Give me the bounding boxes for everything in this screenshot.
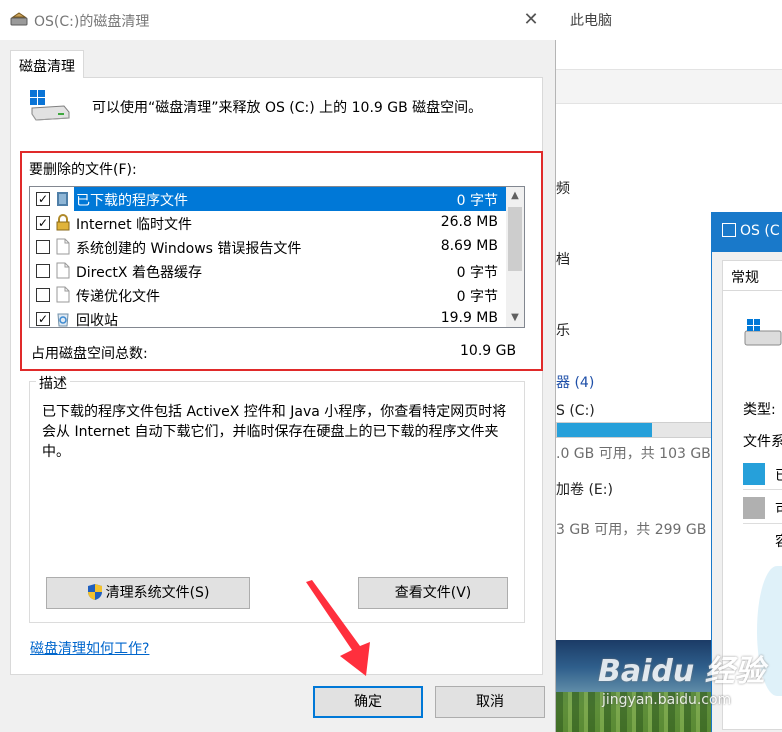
file-size: 0 字节 — [456, 289, 498, 305]
document-icon — [56, 286, 70, 303]
file-checkbox[interactable] — [36, 240, 50, 254]
ok-button[interactable]: 确定 — [313, 686, 423, 718]
ok-label: 确定 — [354, 694, 382, 710]
explorer-drive-c-space: .0 GB 可用，共 103 GB — [556, 446, 711, 462]
file-name: 回收站 — [76, 313, 118, 328]
description-legend: 描述 — [36, 373, 70, 393]
explorer-drive-c-label[interactable]: S (C:) — [556, 403, 595, 419]
hard-drive-icon — [744, 319, 782, 346]
file-checkbox[interactable] — [36, 288, 50, 302]
explorer-title: 此电脑 — [570, 13, 612, 29]
uac-shield-icon — [87, 584, 102, 600]
files-to-delete-list[interactable]: ✓ 回收站 19.9 MB 传递优化文件 0 字节 DirectX 着色器缓存 0 字节 系统… — [29, 186, 525, 328]
file-name: DirectX 着色器缓存 — [76, 265, 202, 281]
document-icon — [56, 262, 70, 279]
cancel-label: 取消 — [476, 694, 504, 710]
intro-text: 可以使用“磁盘清理”来释放 OS (C:) 上的 10.9 GB 磁盘空间。 — [92, 100, 483, 116]
file-name: 传递优化文件 — [76, 289, 160, 305]
file-list-item[interactable]: 系统创建的 Windows 错误报告文件 8.69 MB — [30, 235, 506, 259]
file-list-item[interactable]: 传递优化文件 0 字节 — [30, 283, 506, 307]
properties-capacity-label: 容 — [775, 531, 782, 551]
used-space-swatch — [743, 463, 765, 485]
file-list-item[interactable]: ✓ 已下载的程序文件 0 字节 — [30, 187, 506, 211]
explorer-ribbon — [556, 40, 782, 70]
explorer-folder-videos[interactable]: 频 — [556, 178, 570, 198]
explorer-drive-e-space: 3 GB 可用，共 299 GB — [556, 522, 707, 538]
hard-drive-icon — [30, 90, 70, 121]
files-list-scrollbar[interactable]: ▲ ▼ — [506, 187, 524, 327]
clean-system-files-button[interactable]: 清理系统文件(S) — [46, 577, 250, 609]
disk-cleanup-app-icon — [10, 12, 28, 26]
properties-tab-general[interactable]: 常规 — [722, 260, 782, 290]
file-checkbox[interactable] — [36, 264, 50, 278]
dialog-titlebar[interactable]: OS(C:)的磁盘清理 ✕ — [0, 0, 556, 40]
close-button[interactable]: ✕ — [508, 4, 554, 36]
total-space-value: 10.9 GB — [460, 343, 517, 359]
properties-filesystem-label: 文件系 — [743, 434, 782, 450]
description-text: 已下载的程序文件包括 ActiveX 控件和 Java 小程序，你查看特定网页时… — [42, 404, 507, 460]
explorer-folder-music[interactable]: 乐 — [556, 320, 570, 340]
tab-label: 磁盘清理 — [19, 59, 75, 75]
file-list-item[interactable]: ✓ Internet 临时文件 26.8 MB — [30, 211, 506, 235]
file-size: 0 字节 — [456, 265, 498, 281]
how-disk-cleanup-works-link[interactable]: 磁盘清理如何工作? — [30, 638, 149, 658]
file-checkbox[interactable]: ✓ — [36, 192, 50, 206]
properties-title: OS (C — [740, 223, 780, 239]
properties-divider-2 — [743, 523, 782, 524]
explorer-drive-e-label[interactable]: 加卷 (E:) — [556, 479, 613, 499]
properties-tab-label: 常规 — [731, 270, 759, 286]
files-to-delete-label: 要删除的文件(F): — [29, 162, 137, 178]
file-checkbox[interactable]: ✓ — [36, 312, 50, 326]
recycle-bin-icon — [56, 310, 70, 327]
file-checkbox[interactable]: ✓ — [36, 216, 50, 230]
disk-cleanup-dialog: OS(C:)的磁盘清理 ✕ 磁盘清理 可以使用“磁盘清理”来释放 OS (C:)… — [0, 0, 556, 732]
lock-icon — [56, 214, 70, 231]
properties-titlebar: OS (C — [712, 212, 782, 252]
explorer-address-bar[interactable] — [556, 70, 782, 104]
file-size: 8.69 MB — [440, 238, 498, 254]
file-list-item[interactable]: DirectX 着色器缓存 0 字节 — [30, 259, 506, 283]
free-space-swatch — [743, 497, 765, 519]
dialog-title: OS(C:)的磁盘清理 — [34, 14, 150, 30]
file-size: 0 字节 — [456, 193, 498, 209]
properties-divider — [743, 489, 782, 490]
red-arrow-annotation-icon — [306, 580, 370, 676]
scroll-up-icon[interactable]: ▲ — [506, 187, 524, 205]
explorer-folder-documents[interactable]: 档 — [556, 249, 570, 269]
file-name: Internet 临时文件 — [76, 217, 193, 233]
tab-disk-cleanup[interactable]: 磁盘清理 — [10, 50, 84, 78]
watermark-brand: Baidu 经验 — [598, 654, 765, 689]
drive-icon — [722, 223, 736, 237]
file-name: 已下载的程序文件 — [76, 193, 188, 209]
view-files-button[interactable]: 查看文件(V) — [358, 577, 508, 609]
document-icon — [56, 238, 70, 255]
view-files-label: 查看文件(V) — [394, 585, 472, 601]
baidu-watermark: Baidu 经验 jingyan.baidu.com — [598, 646, 768, 726]
file-size: 26.8 MB — [440, 214, 498, 230]
scrollbar-thumb[interactable] — [508, 207, 522, 271]
clean-system-files-label: 清理系统文件(S) — [105, 585, 210, 601]
properties-used-label: 已 — [775, 465, 782, 485]
properties-type-label: 类型: — [743, 402, 776, 418]
file-name: 系统创建的 Windows 错误报告文件 — [76, 241, 302, 257]
cancel-button[interactable]: 取消 — [435, 686, 545, 718]
close-icon: ✕ — [523, 9, 539, 30]
drive-c-usage-fill — [557, 423, 653, 437]
watermark-url: jingyan.baidu.com — [602, 692, 732, 708]
explorer-drive-c-usage-bar — [556, 422, 712, 438]
file-size: 19.9 MB — [440, 310, 498, 326]
total-space-label: 占用磁盘空间总数: — [31, 346, 148, 362]
folder-icon — [56, 190, 70, 207]
explorer-devices-section[interactable]: 器 (4) — [556, 372, 594, 392]
file-list-item[interactable]: ✓ 回收站 19.9 MB — [30, 307, 506, 328]
scroll-down-icon[interactable]: ▼ — [506, 309, 524, 327]
properties-free-label: 可 — [775, 499, 782, 519]
